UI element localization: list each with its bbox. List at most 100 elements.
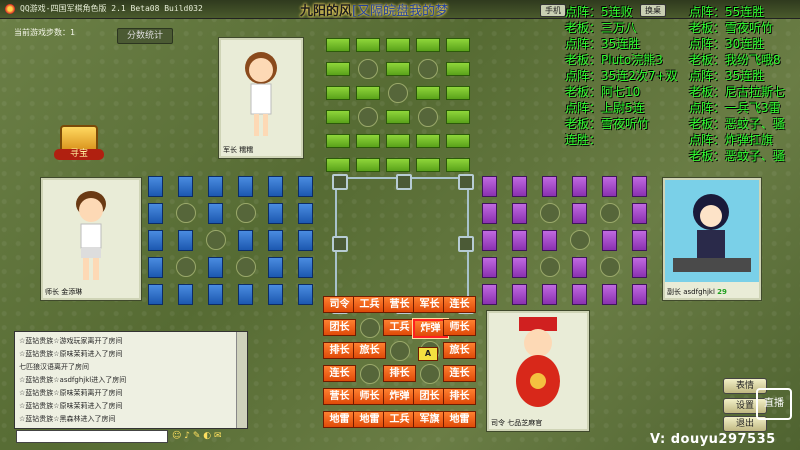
green-piece[interactable] (326, 158, 350, 172)
green-piece[interactable] (416, 158, 440, 172)
camp-cell[interactable] (600, 257, 620, 277)
green-piece[interactable] (446, 134, 470, 148)
purple-piece[interactable] (512, 176, 527, 197)
player-bottom-panel[interactable]: 司令 七品芝麻官 (486, 310, 590, 432)
camp-cell[interactable] (176, 203, 196, 223)
chat-input[interactable] (16, 430, 168, 443)
orange-piece[interactable]: 工兵 (383, 319, 416, 336)
green-piece[interactable] (446, 86, 470, 100)
camp-cell[interactable] (570, 230, 590, 250)
blue-piece[interactable] (268, 176, 283, 197)
blue-piece[interactable] (268, 257, 283, 278)
orange-piece[interactable]: 军长 (413, 296, 446, 313)
orange-piece[interactable]: 营长 (383, 296, 416, 313)
railway-node[interactable] (458, 174, 474, 190)
camp-cell[interactable] (418, 59, 438, 79)
green-piece[interactable] (326, 86, 350, 100)
purple-piece[interactable] (632, 203, 647, 224)
purple-piece[interactable] (572, 176, 587, 197)
purple-piece[interactable] (512, 284, 527, 305)
camp-cell[interactable] (420, 364, 440, 384)
purple-piece[interactable] (632, 176, 647, 197)
camp-cell[interactable] (418, 107, 438, 127)
green-piece[interactable] (326, 110, 350, 124)
purple-piece[interactable] (632, 230, 647, 251)
camp-cell[interactable] (600, 203, 620, 223)
purple-piece[interactable] (482, 230, 497, 251)
purple-piece[interactable] (512, 203, 527, 224)
green-piece[interactable] (386, 134, 410, 148)
purple-piece[interactable] (482, 176, 497, 197)
green-piece[interactable] (326, 62, 350, 76)
green-piece[interactable] (386, 38, 410, 52)
orange-piece[interactable]: 军旗 (413, 411, 446, 428)
purple-piece[interactable] (602, 176, 617, 197)
player-right-panel[interactable]: 副长 asdfghjkl 29 (662, 177, 762, 301)
railway-node[interactable] (396, 174, 412, 190)
orange-piece[interactable]: 连长 (443, 296, 476, 313)
orange-piece[interactable]: 旅长 (353, 342, 386, 359)
blue-piece[interactable] (238, 230, 253, 251)
blue-piece[interactable] (238, 176, 253, 197)
green-piece[interactable] (326, 38, 350, 52)
orange-piece[interactable]: 团长 (323, 319, 356, 336)
green-piece[interactable] (446, 38, 470, 52)
purple-piece[interactable] (512, 257, 527, 278)
blue-piece[interactable] (208, 284, 223, 305)
camp-cell[interactable] (236, 203, 256, 223)
chat-toolbar-icons[interactable]: ☺ ♪ ✎ ◐ ✉ (172, 430, 248, 442)
purple-piece[interactable] (572, 203, 587, 224)
orange-piece[interactable]: 排长 (323, 342, 356, 359)
green-piece[interactable] (356, 134, 380, 148)
blue-piece[interactable] (268, 230, 283, 251)
purple-piece[interactable] (632, 257, 647, 278)
orange-piece[interactable]: 地雷 (443, 411, 476, 428)
camp-cell[interactable] (540, 203, 560, 223)
green-piece[interactable] (356, 158, 380, 172)
purple-piece[interactable] (542, 230, 557, 251)
chat-log[interactable]: ☆蓝钻贵族☆游戏玩家离开了房间 ☆蓝钻贵族☆原味茉莉进入了房间 七匹狼汉语离开了房间… (14, 331, 248, 429)
camp-cell[interactable] (388, 83, 408, 103)
blue-piece[interactable] (268, 284, 283, 305)
treasure-button[interactable]: 寻宝 (52, 123, 106, 161)
blue-piece[interactable] (298, 230, 313, 251)
purple-piece[interactable] (482, 203, 497, 224)
blue-piece[interactable] (208, 257, 223, 278)
green-piece[interactable] (326, 134, 350, 148)
purple-piece[interactable] (542, 284, 557, 305)
orange-piece[interactable]: 连长 (443, 365, 476, 382)
green-piece[interactable] (386, 110, 410, 124)
purple-piece[interactable] (542, 176, 557, 197)
camp-cell[interactable] (358, 59, 378, 79)
blue-piece[interactable] (148, 176, 163, 197)
green-piece[interactable] (416, 134, 440, 148)
green-piece[interactable] (386, 158, 410, 172)
blue-piece[interactable] (208, 203, 223, 224)
blue-piece[interactable] (148, 257, 163, 278)
green-piece[interactable] (446, 110, 470, 124)
blue-piece[interactable] (148, 230, 163, 251)
green-piece[interactable] (356, 86, 380, 100)
orange-piece[interactable]: 排长 (443, 388, 476, 405)
camp-cell[interactable] (358, 107, 378, 127)
camp-cell[interactable] (540, 257, 560, 277)
orange-piece[interactable]: 团长 (413, 388, 446, 405)
blue-piece[interactable] (298, 203, 313, 224)
green-piece[interactable] (446, 158, 470, 172)
purple-piece[interactable] (572, 257, 587, 278)
camp-cell[interactable] (360, 364, 380, 384)
blue-piece[interactable] (268, 203, 283, 224)
blue-piece[interactable] (178, 230, 193, 251)
purple-piece[interactable] (512, 230, 527, 251)
camp-cell[interactable] (176, 257, 196, 277)
blue-piece[interactable] (298, 176, 313, 197)
orange-piece[interactable]: 师长 (443, 319, 476, 336)
purple-piece[interactable] (482, 284, 497, 305)
camp-cell[interactable] (390, 341, 410, 361)
orange-piece[interactable]: 地雷 (353, 411, 386, 428)
orange-piece[interactable]: 营长 (323, 388, 356, 405)
blue-piece[interactable] (178, 176, 193, 197)
railway-node[interactable] (458, 236, 474, 252)
purple-piece[interactable] (632, 284, 647, 305)
player-left-panel[interactable]: 师长 金添琳 (40, 177, 142, 301)
